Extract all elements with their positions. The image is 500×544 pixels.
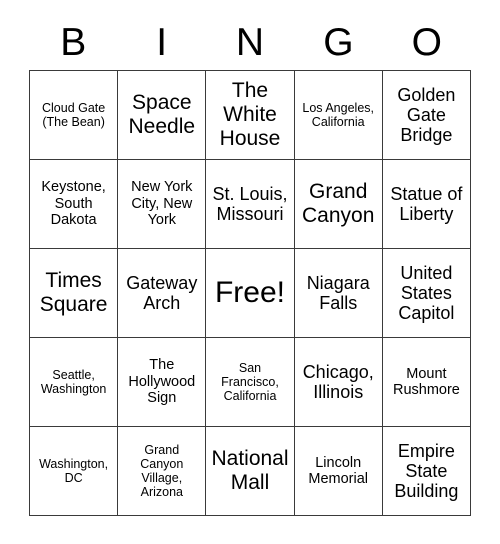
bingo-cell-label: New York City, New York [131, 179, 193, 229]
bingo-header-letter-i: I [156, 20, 168, 64]
bingo-cell[interactable]: Niagara Falls [294, 249, 383, 338]
bingo-cell-label: Keystone, South Dakota [41, 179, 106, 229]
bingo-cell-label: The Hollywood Sign [128, 357, 196, 407]
bingo-cell-label: Grand Canyon Village, Arizona [140, 442, 184, 500]
bingo-cell-label: Space Needle [128, 91, 196, 138]
bingo-cell[interactable]: Grand Canyon Village, Arizona [118, 427, 207, 516]
bingo-cell-label: Grand Canyon [302, 180, 375, 227]
bingo-cell[interactable]: Statue of Liberty [382, 160, 472, 249]
bingo-cell[interactable]: New York City, New York [118, 160, 207, 249]
bingo-cell-label: Niagara Falls [306, 272, 370, 313]
bingo-header-letter-n: N [235, 20, 265, 64]
bingo-header-letter-g: G [323, 20, 354, 64]
bingo-cell-label: National Mall [211, 447, 289, 494]
bingo-cell-label: The White House [219, 79, 281, 150]
bingo-row: Cloud Gate (The Bean) Space Needle The W… [30, 71, 472, 160]
bingo-cell-label: St. Louis, Missouri [212, 183, 288, 224]
bingo-cell[interactable]: Grand Canyon [294, 160, 383, 249]
bingo-cell-label: Lincoln Memorial [308, 454, 369, 487]
bingo-cell-label: Los Angeles, California [302, 100, 374, 129]
bingo-card: B I N G O Cloud Gate (The Bean) Space Ne… [29, 0, 472, 544]
bingo-header-letter-b: B [60, 20, 87, 64]
bingo-cell-label: Mount Rushmore [392, 365, 460, 398]
bingo-grid: Cloud Gate (The Bean) Space Needle The W… [29, 70, 472, 516]
bingo-cell[interactable]: San Francisco, California [206, 338, 295, 427]
bingo-cell-label: United States Capitol [398, 262, 455, 324]
bingo-cell-label: Gateway Arch [126, 272, 198, 313]
bingo-cell[interactable]: Seattle, Washington [30, 338, 119, 427]
bingo-row: Times Square Gateway Arch Free! Niagara … [30, 249, 472, 338]
bingo-cell[interactable]: Lincoln Memorial [294, 427, 383, 516]
bingo-cell[interactable]: The Hollywood Sign [118, 338, 207, 427]
bingo-cell[interactable]: Los Angeles, California [294, 71, 383, 160]
bingo-cell-label: Washington, DC [39, 456, 109, 485]
bingo-cell-label: Free! [214, 276, 286, 310]
bingo-cell-label: Chicago, Illinois [302, 361, 374, 402]
bingo-row: Washington, DC Grand Canyon Village, Ari… [30, 427, 472, 516]
bingo-row: Seattle, Washington The Hollywood Sign S… [30, 338, 472, 427]
bingo-cell[interactable]: National Mall [206, 427, 295, 516]
bingo-cell[interactable]: Space Needle [118, 71, 207, 160]
bingo-cell[interactable]: Empire State Building [382, 427, 472, 516]
bingo-cell[interactable]: Cloud Gate (The Bean) [30, 71, 119, 160]
bingo-cell-label: San Francisco, California [221, 360, 279, 404]
bingo-cell-label: Seattle, Washington [40, 367, 107, 396]
bingo-cell[interactable]: Mount Rushmore [382, 338, 472, 427]
bingo-cell-label: Golden Gate Bridge [397, 84, 456, 146]
bingo-cell-free[interactable]: Free! [206, 249, 295, 338]
bingo-header-letter-o: O [411, 20, 442, 64]
bingo-cell-label: Statue of Liberty [390, 183, 463, 224]
bingo-cell[interactable]: St. Louis, Missouri [206, 160, 295, 249]
bingo-header: B I N G O [29, 0, 471, 70]
bingo-cell[interactable]: Washington, DC [30, 427, 119, 516]
bingo-cell[interactable]: Golden Gate Bridge [382, 71, 472, 160]
bingo-row: Keystone, South Dakota New York City, Ne… [30, 160, 472, 249]
bingo-cell[interactable]: Gateway Arch [118, 249, 207, 338]
bingo-cell[interactable]: United States Capitol [382, 249, 472, 338]
bingo-cell[interactable]: Keystone, South Dakota [30, 160, 119, 249]
bingo-cell-label: Cloud Gate (The Bean) [41, 100, 106, 129]
bingo-cell-label: Empire State Building [394, 440, 459, 502]
bingo-cell[interactable]: Times Square [30, 249, 119, 338]
bingo-cell[interactable]: Chicago, Illinois [294, 338, 383, 427]
bingo-cell[interactable]: The White House [206, 71, 295, 160]
bingo-cell-label: Times Square [39, 269, 108, 316]
